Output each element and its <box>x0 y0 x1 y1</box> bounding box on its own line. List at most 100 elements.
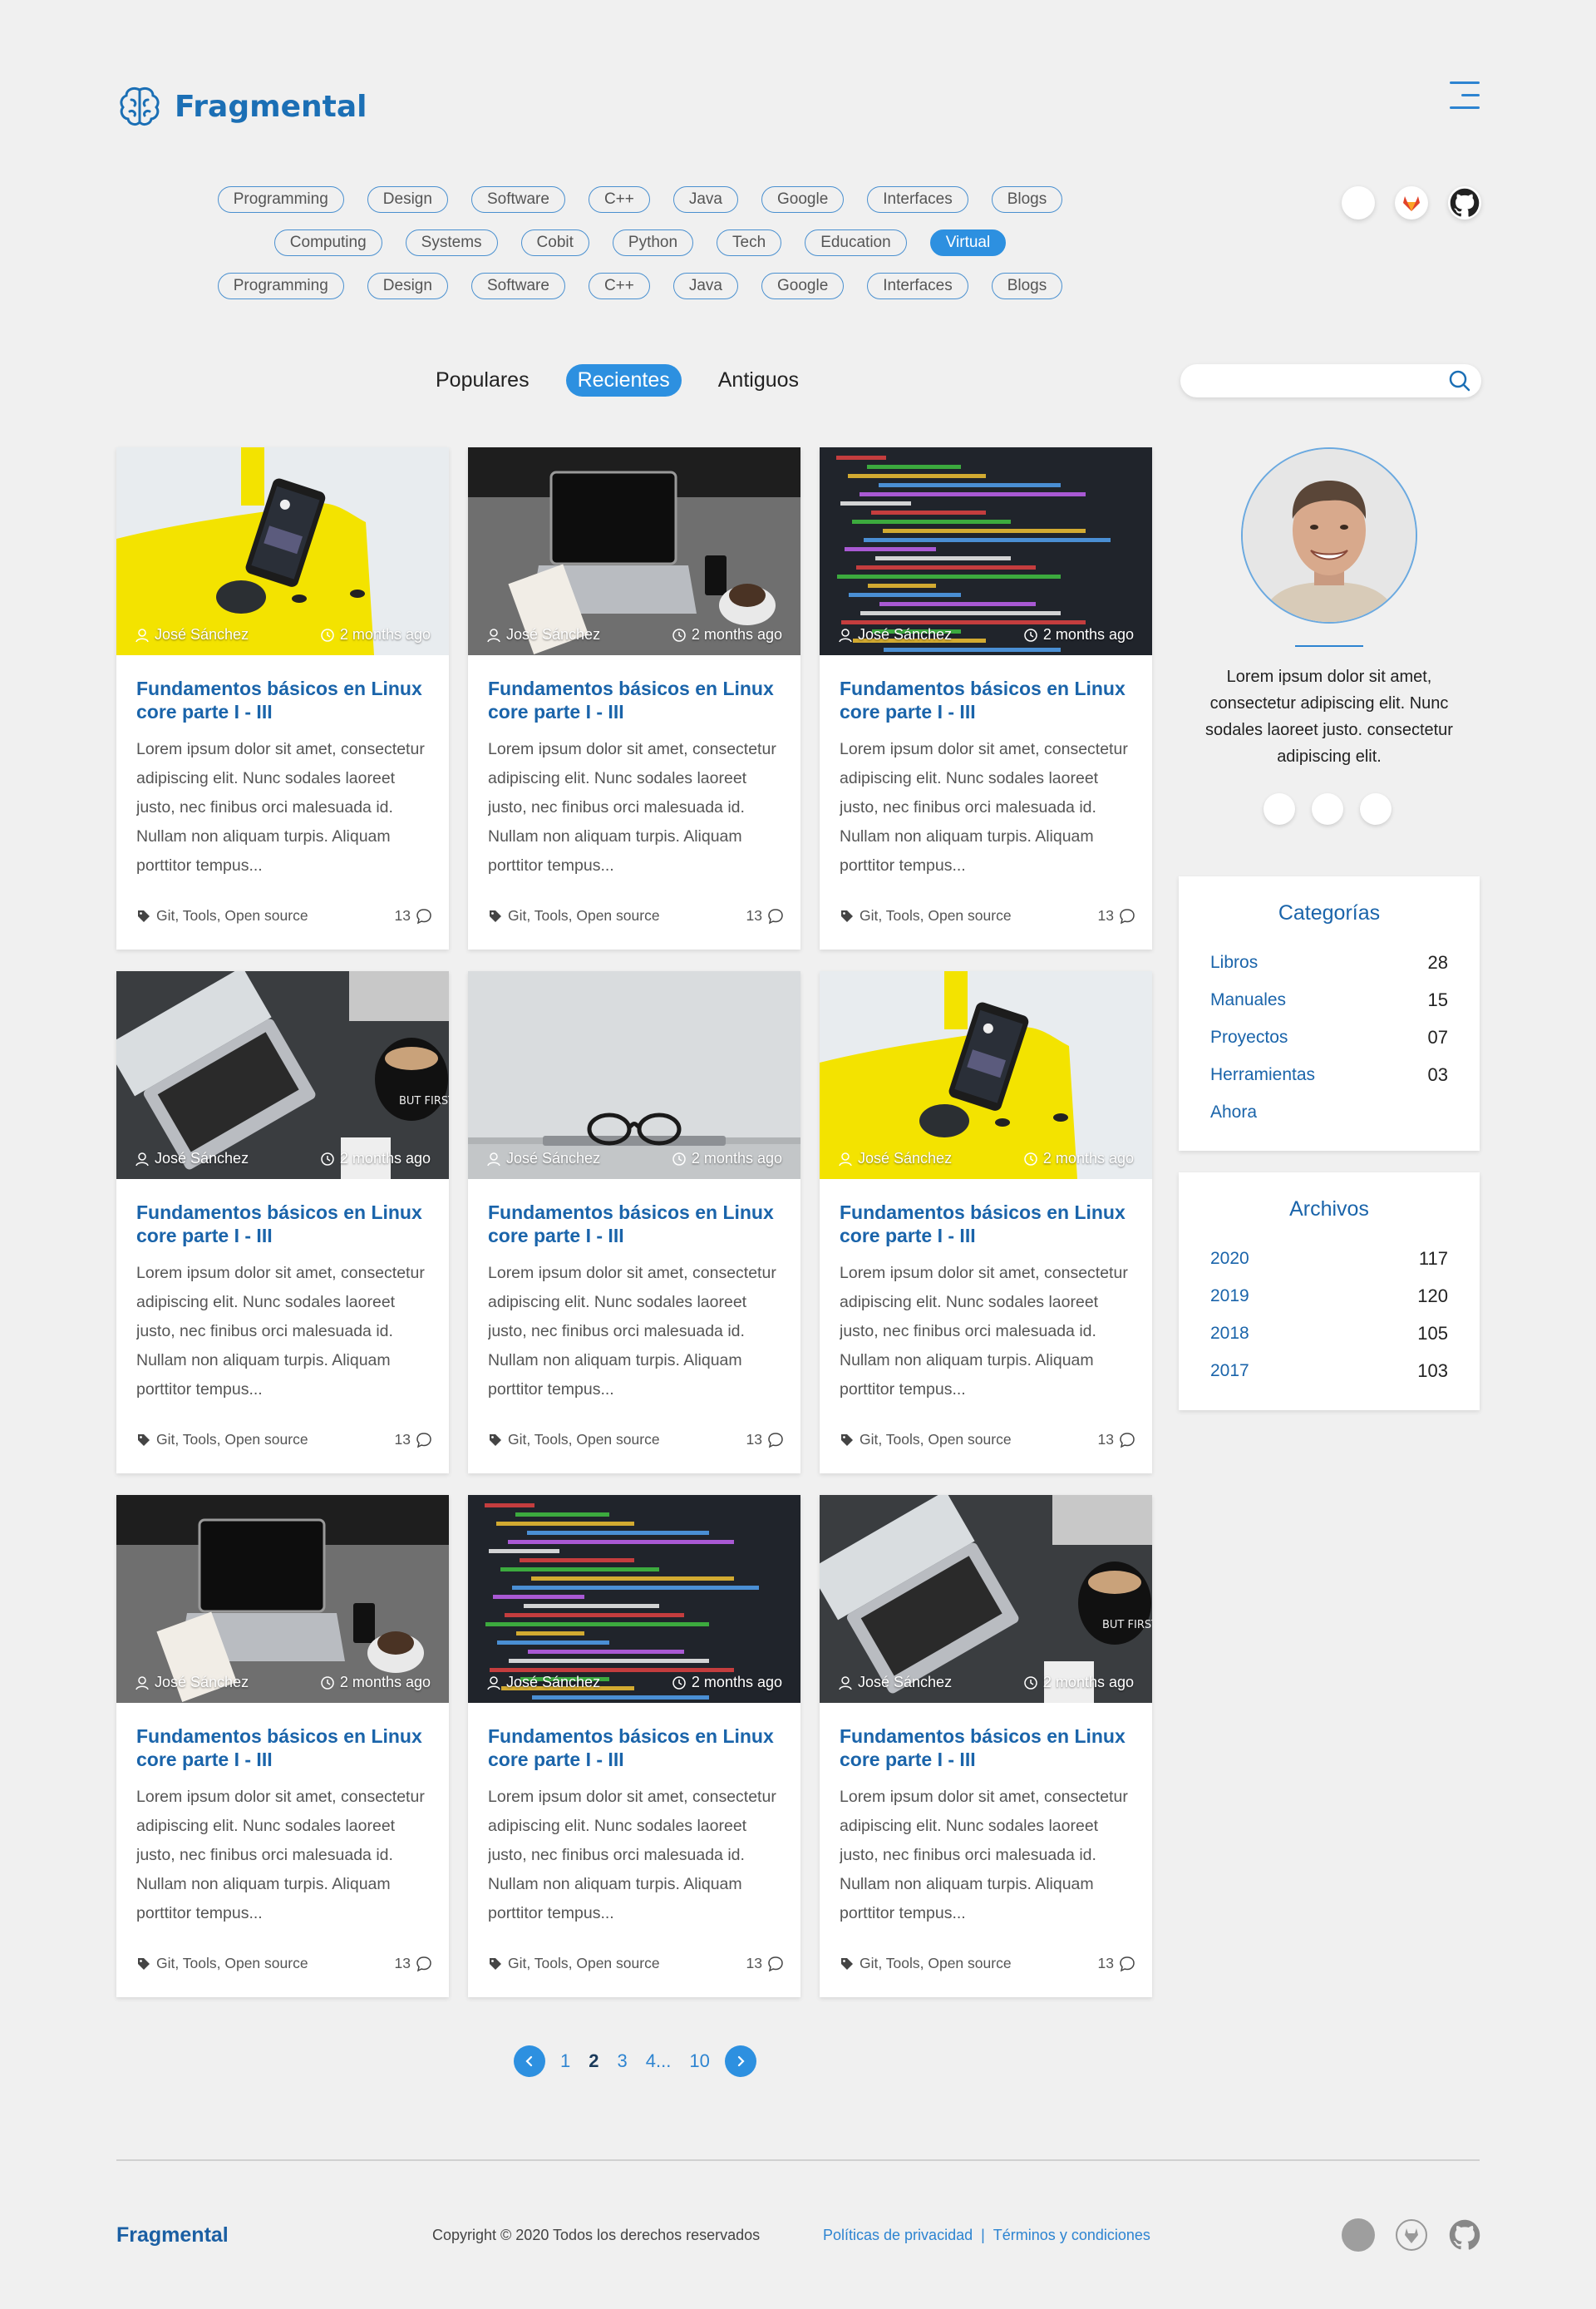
page-link[interactable]: 3 <box>614 2050 631 2072</box>
post-card[interactable]: José Sánchez 2 months ago Fundamentos bási… <box>468 447 800 950</box>
search-icon[interactable] <box>1448 369 1471 392</box>
post-card[interactable]: BUT FIRST José Sánchez 2 months ago Fundame… <box>820 1495 1152 1997</box>
archive-item[interactable]: 2019 120 <box>1210 1277 1448 1315</box>
tag-chip[interactable]: Blogs <box>991 186 1063 213</box>
post-comments[interactable]: 13 <box>1098 1431 1135 1448</box>
category-item[interactable]: Herramientas 03 <box>1210 1056 1448 1093</box>
page-link[interactable]: 10 <box>686 2050 712 2072</box>
post-thumbnail[interactable]: José Sánchez 2 months ago <box>468 971 800 1179</box>
post-title[interactable]: Fundamentos básicos en Linux core parte … <box>840 1201 1132 1249</box>
prev-page-button[interactable] <box>514 2045 545 2077</box>
search-input[interactable] <box>1180 364 1430 397</box>
tag-chip[interactable]: Programming <box>217 273 344 299</box>
tag-chip[interactable]: C++ <box>588 186 650 213</box>
post-title[interactable]: Fundamentos básicos en Linux core parte … <box>488 1724 781 1773</box>
privacy-policy-link[interactable]: Políticas de privacidad <box>823 2227 973 2244</box>
tab-recientes[interactable]: Recientes <box>565 364 682 397</box>
post-comments[interactable]: 13 <box>746 1431 784 1448</box>
tag-chip[interactable]: Interfaces <box>867 273 968 299</box>
tag-chip[interactable]: Google <box>761 273 845 299</box>
post-title[interactable]: Fundamentos básicos en Linux core parte … <box>840 677 1132 725</box>
github-link[interactable] <box>1448 2218 1481 2252</box>
tag-chip[interactable]: Design <box>367 273 448 299</box>
archive-item[interactable]: 2017 103 <box>1210 1352 1448 1389</box>
next-page-button[interactable] <box>724 2045 756 2077</box>
tag-chip[interactable]: Interfaces <box>867 186 968 213</box>
tag-chip[interactable]: Python <box>612 229 694 256</box>
tab-populares[interactable]: Populares <box>424 364 541 397</box>
profile-social-link[interactable] <box>1264 793 1295 825</box>
archive-item[interactable]: 2018 105 <box>1210 1315 1448 1352</box>
post-card[interactable]: BUT FIRST José Sánchez 2 months ago Fundame… <box>116 971 449 1473</box>
footer-brand[interactable]: Fragmental <box>116 2223 229 2247</box>
post-tags[interactable]: Git, Tools, Open source <box>488 1431 660 1448</box>
post-title[interactable]: Fundamentos básicos en Linux core parte … <box>136 1201 429 1249</box>
post-tags[interactable]: Git, Tools, Open source <box>840 1955 1012 1972</box>
post-thumbnail[interactable]: José Sánchez 2 months ago <box>820 971 1152 1179</box>
tag-chip[interactable]: Virtual <box>929 229 1007 256</box>
tag-chip[interactable]: Google <box>761 186 845 213</box>
post-title[interactable]: Fundamentos básicos en Linux core parte … <box>136 1724 429 1773</box>
post-comments[interactable]: 13 <box>395 907 432 925</box>
post-tags[interactable]: Git, Tools, Open source <box>488 907 660 925</box>
social-link-blank[interactable] <box>1342 186 1375 220</box>
post-comments[interactable]: 13 <box>395 1955 432 1972</box>
post-card[interactable]: José Sánchez 2 months ago Fundamentos bási… <box>468 1495 800 1997</box>
post-comments[interactable]: 13 <box>746 1955 784 1972</box>
tag-chip[interactable]: Software <box>470 186 565 213</box>
post-comments[interactable]: 13 <box>1098 1955 1135 1972</box>
social-link-blank[interactable] <box>1342 2218 1375 2252</box>
category-item[interactable]: Proyectos 07 <box>1210 1019 1448 1056</box>
post-thumbnail[interactable]: José Sánchez 2 months ago <box>468 1495 800 1703</box>
post-title[interactable]: Fundamentos básicos en Linux core parte … <box>488 677 781 725</box>
gitlab-link[interactable] <box>1395 186 1428 220</box>
category-item[interactable]: Libros 28 <box>1210 944 1448 981</box>
profile-social-link[interactable] <box>1312 793 1343 825</box>
post-thumbnail[interactable]: José Sánchez 2 months ago <box>468 447 800 655</box>
archive-item[interactable]: 2020 117 <box>1210 1240 1448 1277</box>
tag-chip[interactable]: Programming <box>217 186 344 213</box>
page-link-current[interactable]: 2 <box>585 2050 602 2072</box>
tag-chip[interactable]: Java <box>672 273 738 299</box>
post-comments[interactable]: 13 <box>1098 907 1135 925</box>
tab-antiguos[interactable]: Antiguos <box>707 364 810 397</box>
post-thumbnail[interactable]: José Sánchez 2 months ago <box>116 1495 449 1703</box>
post-tags[interactable]: Git, Tools, Open source <box>136 1955 308 1972</box>
tag-chip[interactable]: Design <box>367 186 448 213</box>
post-thumbnail[interactable]: BUT FIRST José Sánchez 2 months ago <box>116 971 449 1179</box>
page-link[interactable]: 4... <box>643 2050 675 2072</box>
post-thumbnail[interactable]: José Sánchez 2 months ago <box>116 447 449 655</box>
post-thumbnail[interactable]: BUT FIRST José Sánchez 2 months ago <box>820 1495 1152 1703</box>
tag-chip[interactable]: Education <box>805 229 907 256</box>
brand-logo[interactable]: Fragmental <box>116 83 367 130</box>
category-item[interactable]: Ahora <box>1210 1093 1448 1131</box>
category-item[interactable]: Manuales 15 <box>1210 981 1448 1019</box>
post-title[interactable]: Fundamentos básicos en Linux core parte … <box>136 677 429 725</box>
tag-chip[interactable]: Systems <box>405 229 498 256</box>
post-tags[interactable]: Git, Tools, Open source <box>840 907 1012 925</box>
post-card[interactable]: José Sánchez 2 months ago Fundamentos bási… <box>820 447 1152 950</box>
tag-chip[interactable]: Software <box>470 273 565 299</box>
post-comments[interactable]: 13 <box>746 907 784 925</box>
post-card[interactable]: José Sánchez 2 months ago Fundamentos bási… <box>820 971 1152 1473</box>
post-card[interactable]: José Sánchez 2 months ago Fundamentos bási… <box>116 447 449 950</box>
page-link[interactable]: 1 <box>557 2050 574 2072</box>
post-card[interactable]: José Sánchez 2 months ago Fundamentos bási… <box>468 971 800 1473</box>
tag-chip[interactable]: Java <box>672 186 738 213</box>
github-link[interactable] <box>1448 186 1481 220</box>
post-tags[interactable]: Git, Tools, Open source <box>136 1431 308 1448</box>
post-title[interactable]: Fundamentos básicos en Linux core parte … <box>840 1724 1132 1773</box>
post-tags[interactable]: Git, Tools, Open source <box>840 1431 1012 1448</box>
tag-chip[interactable]: Tech <box>717 229 782 256</box>
tag-chip[interactable]: Cobit <box>520 229 589 256</box>
post-thumbnail[interactable]: José Sánchez 2 months ago <box>820 447 1152 655</box>
gitlab-link[interactable] <box>1395 2218 1428 2252</box>
terms-link[interactable]: Términos y condiciones <box>993 2227 1150 2244</box>
post-tags[interactable]: Git, Tools, Open source <box>136 907 308 925</box>
hamburger-menu-button[interactable] <box>1450 81 1480 110</box>
tag-chip[interactable]: C++ <box>588 273 650 299</box>
post-tags[interactable]: Git, Tools, Open source <box>488 1955 660 1972</box>
post-card[interactable]: José Sánchez 2 months ago Fundamentos bási… <box>116 1495 449 1997</box>
tag-chip[interactable]: Computing <box>273 229 382 256</box>
tag-chip[interactable]: Blogs <box>991 273 1063 299</box>
